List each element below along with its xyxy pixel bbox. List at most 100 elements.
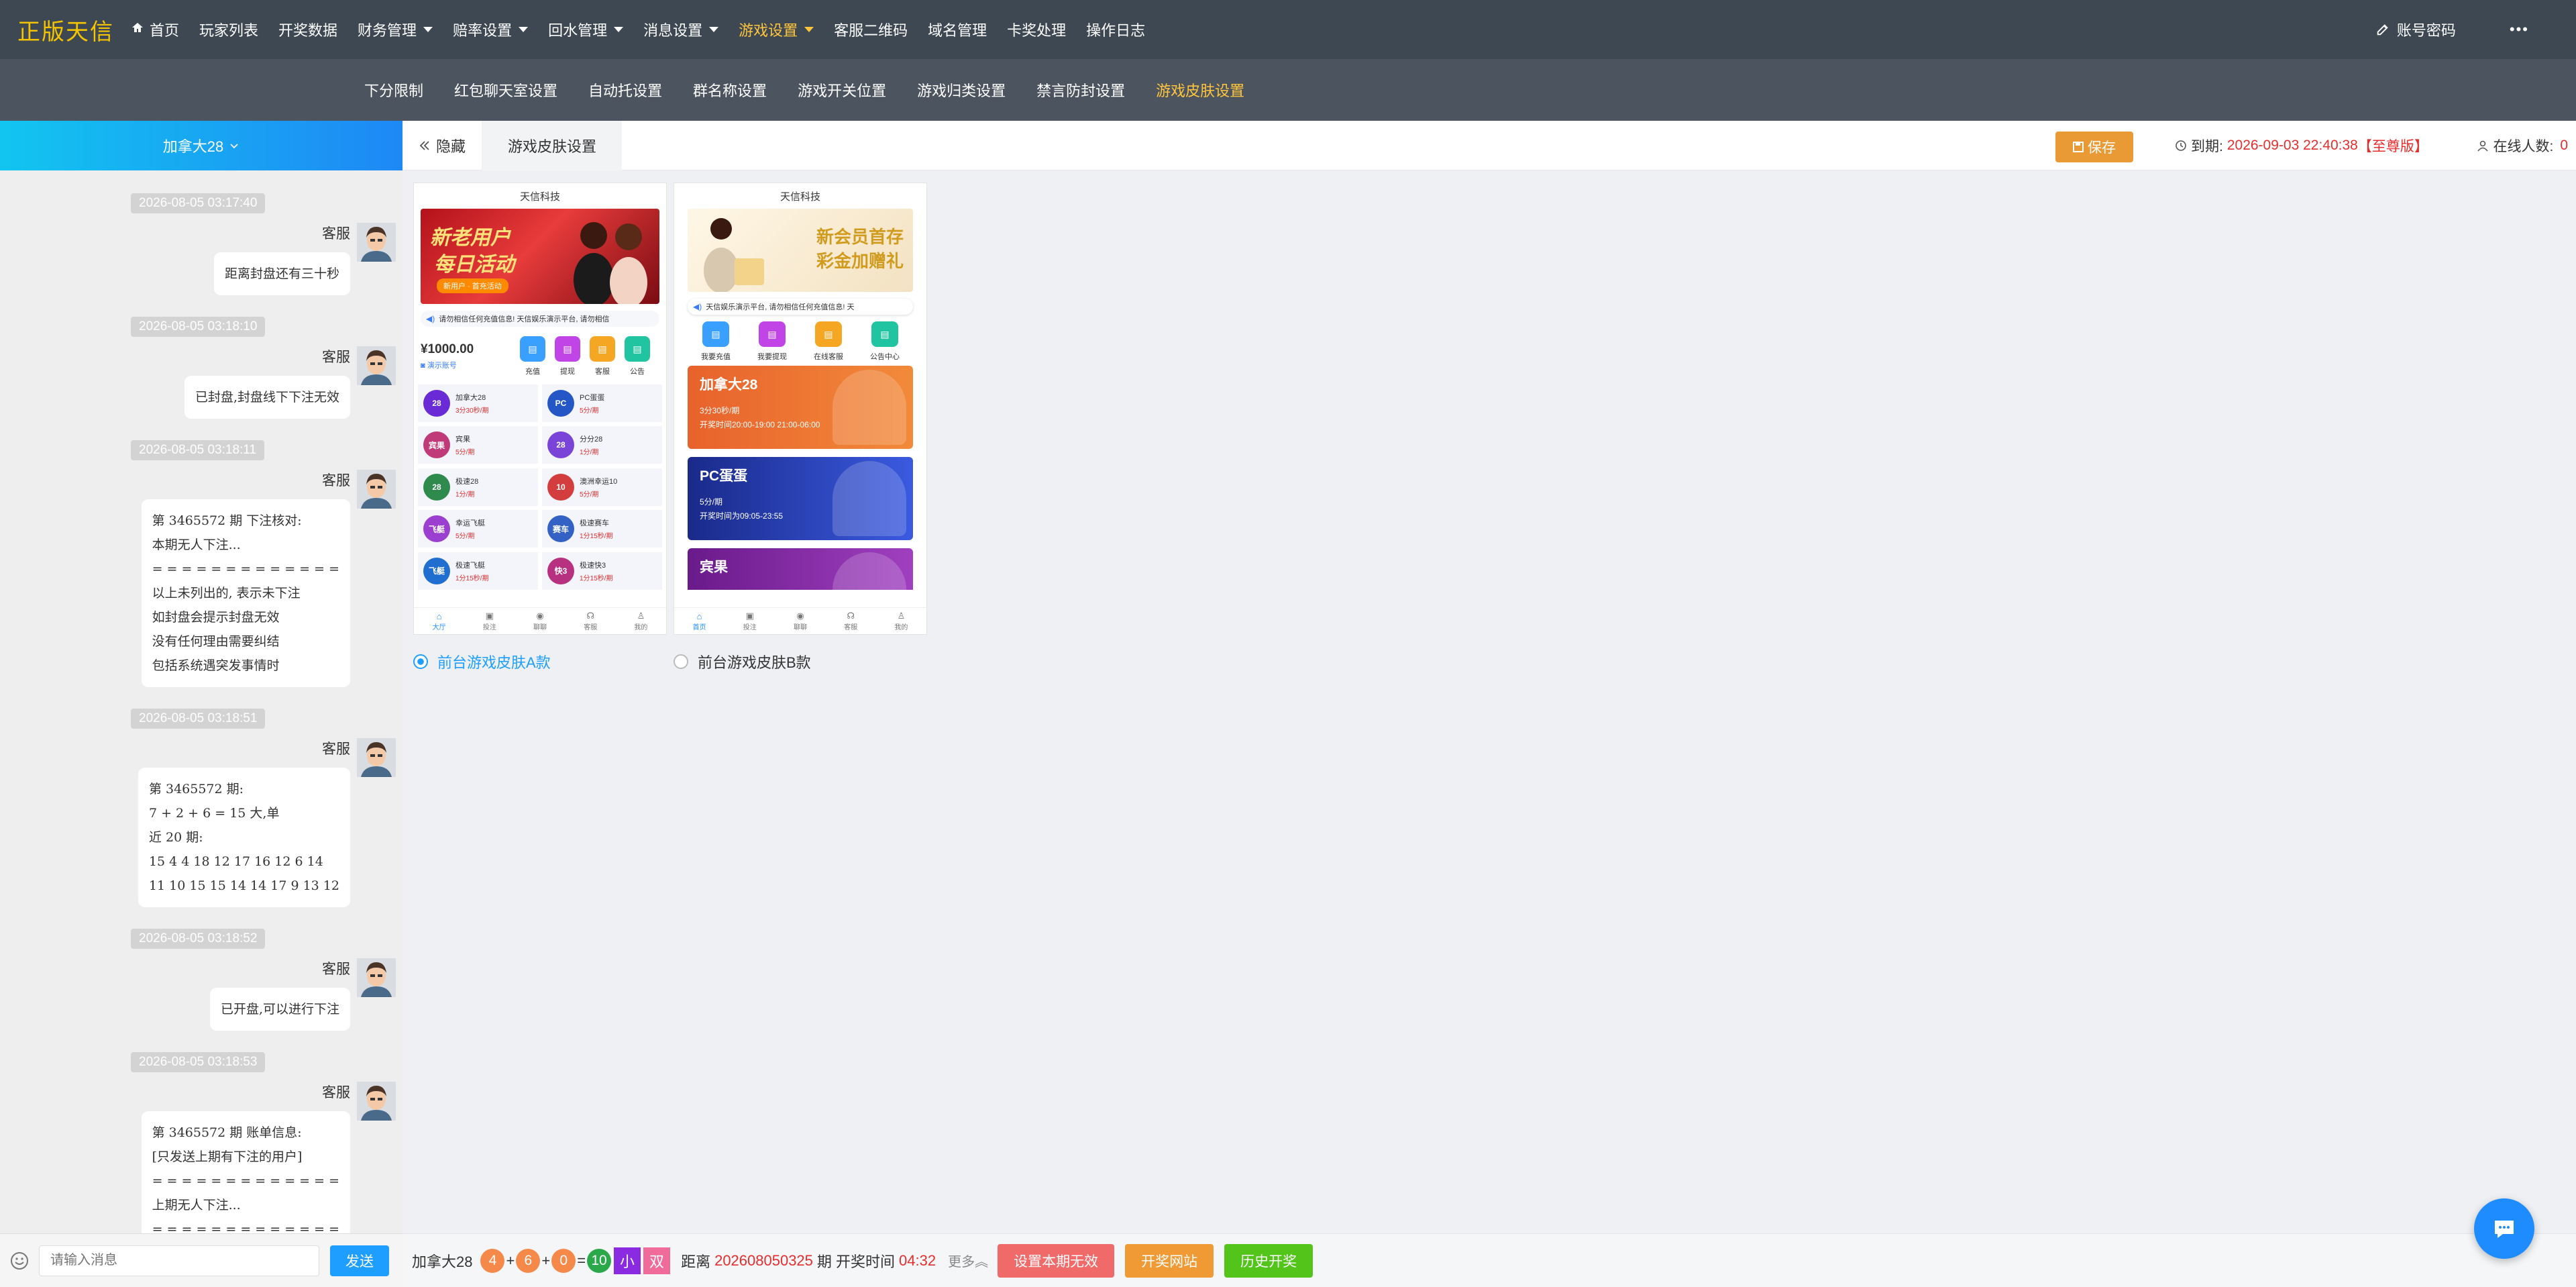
subnav-item[interactable]: 红包聊天室设置 bbox=[454, 79, 557, 101]
game-period-info: 1分15秒/期 bbox=[455, 574, 489, 582]
game-list-item[interactable]: 快3 极速快3 1分15秒/期 bbox=[542, 552, 662, 590]
send-button[interactable]: 发送 bbox=[330, 1245, 389, 1276]
nav-item[interactable]: 卡奖处理 bbox=[997, 0, 1076, 59]
quick-action-item[interactable]: ▤ 我要提现 bbox=[757, 321, 787, 362]
game-list-item[interactable]: PC PC蛋蛋 5分/期 bbox=[542, 384, 662, 422]
skin-a-preview[interactable]: 天信科技 新老用户 每日活动 新用户 · 首充活动 ◀) 请勿相信任何充值信息!… bbox=[413, 183, 667, 635]
banner-figure-illustration bbox=[574, 222, 647, 304]
quick-action-label: 客服 bbox=[595, 368, 610, 376]
game-card[interactable]: 加拿大28 3分30秒/期 开奖时间20:00-19:00 21:00-06:00 bbox=[688, 366, 913, 449]
subnav-item[interactable]: 游戏归类设置 bbox=[917, 79, 1006, 101]
quick-action-item[interactable]: ▤ 公告中心 bbox=[870, 321, 900, 362]
tab-icon: ◉ bbox=[536, 611, 544, 621]
chat-support-button[interactable] bbox=[2474, 1198, 2534, 1259]
brand-logo: 正版天信 bbox=[17, 19, 114, 45]
nav-item[interactable]: 消息设置 bbox=[633, 0, 729, 59]
action-button[interactable]: 设置本期无效 bbox=[998, 1243, 1115, 1278]
app-tab[interactable]: ⌂ 大厅 bbox=[414, 608, 464, 634]
nav-item[interactable]: 开奖数据 bbox=[268, 0, 347, 59]
save-button[interactable]: 保存 bbox=[2055, 132, 2133, 162]
game-list-item[interactable]: 28 加拿大28 3分30秒/期 bbox=[418, 384, 538, 422]
app-tab[interactable]: ♙ 我的 bbox=[876, 608, 926, 634]
game-list-item[interactable]: 飞艇 极速飞艇 1分15秒/期 bbox=[418, 552, 538, 590]
nav-item[interactable]: 客服二维码 bbox=[824, 0, 918, 59]
tab-icon: ☊ bbox=[847, 611, 855, 621]
game-select[interactable]: 加拿大28 bbox=[0, 121, 402, 170]
tab-label: 投注 bbox=[482, 624, 496, 631]
nav-item[interactable]: 赔率设置 bbox=[443, 0, 538, 59]
tab-icon: ◉ bbox=[796, 611, 804, 621]
subnav-item[interactable]: 自动托设置 bbox=[588, 79, 662, 101]
game-list-item[interactable]: 28 极速28 1分/期 bbox=[418, 468, 538, 506]
skin-a-game-grid: 28 加拿大28 3分30秒/期 PC PC蛋蛋 5分/期 宾果 宾果 5分/期 28 分分28 1分… bbox=[418, 384, 662, 590]
action-button[interactable]: 历史开奖 bbox=[1224, 1243, 1313, 1278]
app-tab[interactable]: ▣ 投注 bbox=[724, 608, 775, 634]
nav-item[interactable]: 首页 bbox=[121, 0, 189, 59]
tab-label: 聊聊 bbox=[533, 624, 547, 631]
quick-action-icon: ▤ bbox=[555, 336, 580, 362]
chat-message-list[interactable]: 2026-08-05 03:17:40 客服 距离封盘还有三十秒 2026-08-05… bbox=[0, 170, 402, 1233]
quick-action-item[interactable]: ▤ 公告 bbox=[625, 336, 650, 376]
skin-b-preview[interactable]: 天信科技 新会员首存 彩金加赠礼 ◀) 天信娱乐演示平台, 请勿相信任何充值信息… bbox=[674, 183, 927, 635]
app-tab[interactable]: ☊ 客服 bbox=[566, 608, 616, 634]
skin-b-radio[interactable]: 前台游戏皮肤B款 bbox=[674, 651, 927, 672]
skin-a-option[interactable]: 天信科技 新老用户 每日活动 新用户 · 首充活动 ◀) 请勿相信任何充值信息!… bbox=[413, 183, 667, 672]
game-list-item[interactable]: 飞艇 幸运飞艇 5分/期 bbox=[418, 510, 538, 548]
emoji-icon[interactable] bbox=[9, 1251, 30, 1271]
chat-message-input[interactable] bbox=[39, 1245, 319, 1276]
quick-action-item[interactable]: ▤ 提现 bbox=[555, 336, 580, 376]
skin-b-icon-row: ▤ 我要充值 ▤ 我要提现 ▤ 在线客服 ▤ 公告中心 bbox=[688, 321, 913, 362]
nav-item[interactable]: 游戏设置 bbox=[729, 0, 824, 59]
game-card[interactable]: PC蛋蛋 5分/期 开奖时间为09:05-23:55 bbox=[688, 457, 913, 540]
app-tab[interactable]: ◉ 聊聊 bbox=[775, 608, 825, 634]
quick-action-icon: ▤ bbox=[590, 336, 615, 362]
nav-item-label: 玩家列表 bbox=[199, 22, 259, 39]
action-button[interactable]: 开奖网站 bbox=[1125, 1243, 1214, 1278]
subnav-item[interactable]: 禁言防封设置 bbox=[1036, 79, 1125, 101]
nav-item[interactable]: 操作日志 bbox=[1076, 0, 1155, 59]
nav-item[interactable]: 域名管理 bbox=[918, 0, 997, 59]
quick-action-item[interactable]: ▤ 充值 bbox=[520, 336, 545, 376]
app-tab[interactable]: ♙ 我的 bbox=[616, 608, 666, 634]
game-card[interactable]: 宾果 bbox=[688, 548, 913, 590]
subnav-item[interactable]: 游戏皮肤设置 bbox=[1156, 79, 1244, 101]
quick-action-item[interactable]: ▤ 在线客服 bbox=[814, 321, 843, 362]
nav-item[interactable]: 财务管理 bbox=[347, 0, 443, 59]
quick-action-item[interactable]: ▤ 客服 bbox=[590, 336, 615, 376]
app-tab[interactable]: ☊ 客服 bbox=[826, 608, 876, 634]
subnav-item[interactable]: 下分限制 bbox=[364, 79, 423, 101]
game-list-item[interactable]: 28 分分28 1分/期 bbox=[542, 426, 662, 464]
game-list-item[interactable]: 赛车 极速赛车 1分15秒/期 bbox=[542, 510, 662, 548]
skin-b-option[interactable]: 天信科技 新会员首存 彩金加赠礼 ◀) 天信娱乐演示平台, 请勿相信任何充值信息… bbox=[674, 183, 927, 672]
account-password-link[interactable]: 账号密码 bbox=[2375, 19, 2456, 40]
app-tab[interactable]: ◉ 聊聊 bbox=[515, 608, 565, 634]
nav-item[interactable]: 回水管理 bbox=[538, 0, 633, 59]
tab-game-skin-settings[interactable]: 游戏皮肤设置 bbox=[482, 120, 623, 170]
game-list-item[interactable]: 宾果 宾果 5分/期 bbox=[418, 426, 538, 464]
skin-a-account-row: ¥1000.00 ◙ 演示账号 ▤ 充值 ▤ 提现 ▤ 客服 ▤ 公告 bbox=[421, 333, 659, 379]
sub-nav: 下分限制 红包聊天室设置 自动托设置 群名称设置 游戏开关位置 游戏归类设置 禁言防封设置 游… bbox=[0, 59, 2576, 121]
message-sender: 客服 bbox=[322, 226, 350, 242]
more-link[interactable]: 更多︽ bbox=[948, 1251, 988, 1270]
game-list-item[interactable]: 10 澳洲幸运10 5分/期 bbox=[542, 468, 662, 506]
more-menu-button[interactable]: ••• bbox=[2510, 21, 2529, 38]
game-period-info: 5分/期 bbox=[580, 407, 599, 415]
nav-item-label: 回水管理 bbox=[548, 22, 608, 39]
tab-label: 首页 bbox=[692, 623, 706, 631]
skin-a-radio[interactable]: 前台游戏皮肤A款 bbox=[413, 651, 667, 672]
chat-message: 2026-08-05 03:17:40 客服 距离封盘还有三十秒 bbox=[0, 193, 402, 295]
quick-action-icon: ▤ bbox=[871, 321, 898, 347]
message-timestamp: 2026-08-05 03:18:51 bbox=[131, 709, 266, 729]
app-tab[interactable]: ▣ 投注 bbox=[464, 608, 515, 634]
quick-action-icon: ▤ bbox=[759, 321, 786, 347]
subnav-item[interactable]: 游戏开关位置 bbox=[798, 79, 886, 101]
app-tab[interactable]: ⌂ 首页 bbox=[674, 608, 724, 634]
chevron-down-icon bbox=[230, 144, 238, 149]
quick-action-item[interactable]: ▤ 我要充值 bbox=[701, 321, 731, 362]
game-name: 澳洲幸运10 bbox=[580, 477, 618, 486]
top-nav: 正版天信 首页 玩家列表 开奖数据 财务管理 赔率设置 回水管理 消息设置 游戏设置 客服二维码… bbox=[0, 0, 2576, 59]
subnav-item[interactable]: 群名称设置 bbox=[693, 79, 767, 101]
nav-item[interactable]: 玩家列表 bbox=[189, 0, 268, 59]
toolbar: 隐藏 游戏皮肤设置 保存 到期: 2026-09-03 22:40:38 【至尊… bbox=[402, 120, 2576, 170]
hide-panel-button[interactable]: 隐藏 bbox=[402, 120, 483, 170]
